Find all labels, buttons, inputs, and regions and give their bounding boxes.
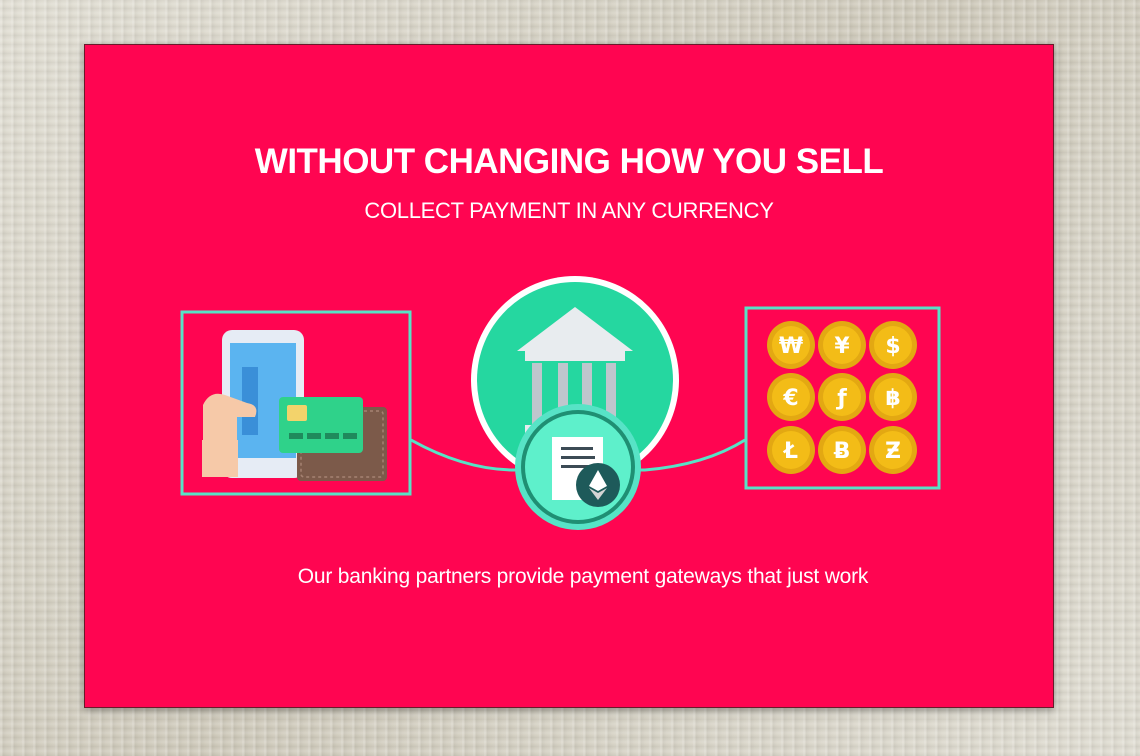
coin-grid: ₩ ¥ $ € ƒ ฿ Ł Ƀ Ƶ — [767, 321, 917, 474]
coin-symbol: ฿ — [885, 386, 900, 411]
coin-symbol: ¥ — [834, 334, 850, 359]
promo-card: WITHOUT CHANGING HOW YOU SELL COLLECT PA… — [84, 44, 1054, 708]
coin-icon: ฿ — [869, 373, 917, 421]
coin-icon: ƒ — [818, 373, 866, 421]
coin-icon: Ƶ — [869, 426, 917, 474]
coin-icon: € — [767, 373, 815, 421]
coin-symbol: ƒ — [835, 386, 847, 411]
coin-symbol: € — [782, 386, 798, 411]
coin-symbol: Ƶ — [885, 439, 901, 464]
coin-symbol: ₩ — [779, 334, 803, 359]
coin-symbol: Ł — [783, 439, 798, 464]
coin-icon: ₩ — [767, 321, 815, 369]
coin-symbol: $ — [885, 334, 900, 359]
contract-ethereum-icon — [515, 404, 641, 530]
coin-icon: Ł — [767, 426, 815, 474]
tagline: Our banking partners provide payment gat… — [297, 565, 869, 588]
coin-icon: $ — [869, 321, 917, 369]
coin-icon: Ƀ — [818, 426, 866, 474]
payment-illustration: ₩ ¥ $ € ƒ ฿ Ł Ƀ Ƶ — [180, 276, 941, 530]
coin-symbol: Ƀ — [834, 439, 851, 464]
coin-icon: ¥ — [818, 321, 866, 369]
phone-card-wallet-icon — [180, 310, 412, 496]
